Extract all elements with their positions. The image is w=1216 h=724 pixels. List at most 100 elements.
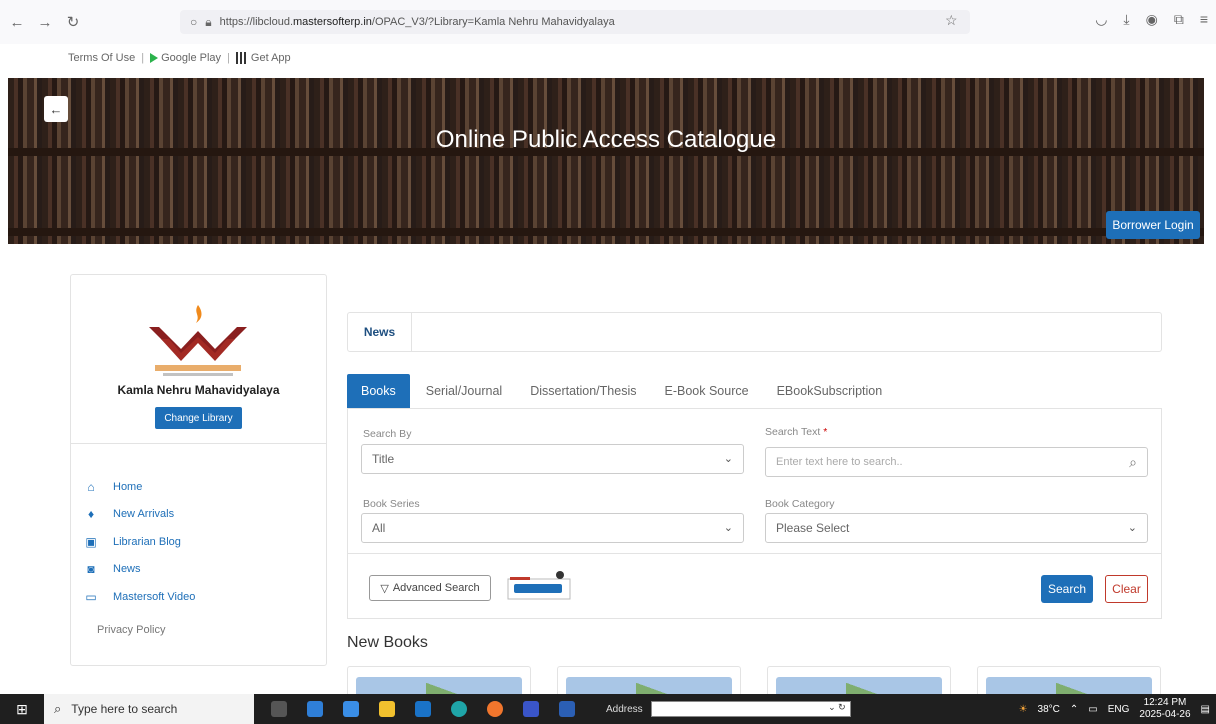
book-cover (356, 677, 522, 694)
account-icon[interactable]: ◉ (1146, 11, 1158, 28)
chevron-down-icon: ⌄ (723, 522, 733, 534)
library-logo (149, 305, 247, 376)
search-text-placeholder: Enter text here to search.. (776, 456, 903, 468)
search-icon: ⌕ (54, 701, 62, 716)
back-button[interactable]: ← (44, 96, 68, 122)
clock[interactable]: 12:24 PM 2025-04-26 (1139, 697, 1190, 721)
top-links: Terms Of Use | Google Play | Get App (68, 52, 291, 65)
search-text-label: Search Text * (765, 426, 828, 438)
forward-arrow-icon[interactable]: → (34, 11, 56, 33)
clock-date: 2025-04-26 (1139, 709, 1191, 720)
tab-serial-journal[interactable]: Serial/Journal (426, 384, 502, 398)
taskbar-apps (264, 694, 588, 724)
sidebar: Kamla Nehru Mahavidyalaya Change Library… (70, 274, 327, 666)
borrower-login-button[interactable]: Borrower Login (1106, 211, 1200, 239)
advanced-search-button[interactable]: ▽ Advanced Search (369, 575, 491, 601)
terms-link[interactable]: Terms Of Use (68, 52, 135, 64)
address-toolbar-input[interactable]: ⌄ ↻ (650, 701, 851, 717)
language-indicator[interactable]: ENG (1108, 704, 1130, 715)
arrow-left-icon: ← (49, 101, 63, 117)
required-asterisk: * (823, 426, 828, 438)
search-icon[interactable]: ⌕ (1129, 454, 1137, 471)
sidebar-item-mastersoft-video[interactable]: ▭ Mastersoft Video (83, 583, 195, 611)
sidebar-item-new-arrivals[interactable]: ♦ New Arrivals (83, 501, 195, 529)
folder-open-icon: ▭ (85, 589, 97, 604)
divider (348, 553, 1161, 554)
search-by-select[interactable]: Title ⌄ (361, 444, 744, 474)
extensions-icon[interactable]: ⧉ (1174, 11, 1184, 28)
change-library-button[interactable]: Change Library (155, 407, 242, 429)
get-app-link[interactable]: Get App (235, 52, 291, 65)
edge-icon[interactable] (444, 694, 474, 724)
outlook-icon[interactable] (408, 694, 438, 724)
google-play-icon (150, 53, 159, 64)
search-panel: Search By Title ⌄ Search Text * Enter te… (347, 408, 1162, 619)
book-card[interactable] (767, 666, 951, 694)
app-icon[interactable] (300, 694, 330, 724)
store-icon[interactable] (336, 694, 366, 724)
chevron-down-icon: ⌄ (1127, 522, 1137, 534)
home-icon: ⌂ (87, 479, 95, 494)
book-icon: ▣ (85, 534, 97, 549)
google-play-link[interactable]: Google Play (150, 52, 221, 64)
book-series-label: Book Series (363, 498, 420, 510)
search-text-input[interactable]: Enter text here to search.. ⌕ (765, 447, 1148, 477)
sidebar-item-label: Librarian Blog (113, 535, 181, 548)
news-panel: News (347, 312, 1162, 352)
weather-icon[interactable]: ☀ (1019, 704, 1028, 715)
clear-button[interactable]: Clear (1105, 575, 1148, 603)
app-icon[interactable] (516, 694, 546, 724)
bookmark-star-icon[interactable]: ☆ (945, 12, 958, 29)
browser-toolbar: ← → ↻ ○ 🔒︎ https://libcloud.mastersofter… (0, 0, 1216, 44)
taskbar-search[interactable]: ⌕ Type here to search (44, 694, 254, 724)
book-category-value: Please Select (776, 521, 850, 535)
taskbar-search-placeholder: Type here to search (71, 702, 178, 716)
sidebar-item-news[interactable]: ◙ News (83, 556, 195, 584)
search-by-value: Title (372, 452, 395, 466)
notification-icon[interactable]: ▤ (1201, 704, 1210, 715)
tab-dissertation-thesis[interactable]: Dissertation/Thesis (530, 384, 636, 398)
filter-icon: ▽ (380, 582, 389, 595)
word-icon[interactable] (552, 694, 582, 724)
sidebar-item-home[interactable]: ⌂ Home (83, 473, 195, 501)
sidebar-item-label: Home (113, 480, 143, 493)
search-by-label: Search By (363, 428, 412, 440)
network-icon[interactable]: ▭ (1088, 704, 1097, 715)
browser-toolbar-icons: ◡ ⤓ ◉ ⧉ ≡ (1095, 11, 1208, 28)
chevron-up-icon[interactable]: ⌃ (1070, 704, 1078, 715)
tab-ebook-source[interactable]: E-Book Source (664, 384, 748, 398)
privacy-policy-link[interactable]: Privacy Policy (97, 624, 165, 636)
firefox-icon[interactable] (480, 694, 510, 724)
tab-ebook-subscription[interactable]: EBookSubscription (777, 384, 883, 398)
windows-taskbar: ⊞ ⌕ Type here to search Address ⌄ ↻ ☀ 38… (0, 694, 1216, 724)
sidebar-item-librarian-blog[interactable]: ▣ Librarian Blog (83, 528, 195, 556)
chevron-down-icon: ⌄ (723, 453, 733, 465)
clock-time: 12:24 PM (1143, 697, 1187, 708)
windows-start-icon[interactable]: ⊞ (0, 701, 44, 718)
book-card[interactable] (977, 666, 1161, 694)
system-tray: ☀ 38°C ⌃ ▭ ENG 12:24 PM 2025-04-26 ▤ (1019, 694, 1210, 724)
menu-icon[interactable]: ≡ (1200, 11, 1208, 28)
reload-icon[interactable]: ↻ (62, 11, 84, 33)
book-card[interactable] (347, 666, 531, 694)
book-cover (776, 677, 942, 694)
swayam-logo[interactable] (506, 569, 572, 603)
search-button[interactable]: Search (1041, 575, 1093, 603)
book-series-select[interactable]: All ⌄ (361, 513, 744, 543)
temperature[interactable]: 38°C (1038, 704, 1060, 715)
tab-books[interactable]: Books (347, 374, 410, 408)
book-cover (566, 677, 732, 694)
divider (71, 443, 326, 444)
file-explorer-icon[interactable] (372, 694, 402, 724)
book-card[interactable] (557, 666, 741, 694)
library-name: Kamla Nehru Mahavidyalaya (117, 383, 280, 397)
task-view-icon[interactable] (264, 694, 294, 724)
book-cover (986, 677, 1152, 694)
address-bar[interactable]: ○ 🔒︎ https://libcloud.mastersofterp.in/O… (180, 10, 970, 34)
book-category-select[interactable]: Please Select ⌄ (765, 513, 1148, 543)
download-icon[interactable]: ⤓ (1123, 11, 1129, 28)
tab-news[interactable]: News (348, 313, 412, 351)
pocket-icon[interactable]: ◡ (1095, 11, 1107, 28)
book-category-label: Book Category (765, 498, 835, 510)
back-arrow-icon[interactable]: ← (6, 11, 28, 33)
